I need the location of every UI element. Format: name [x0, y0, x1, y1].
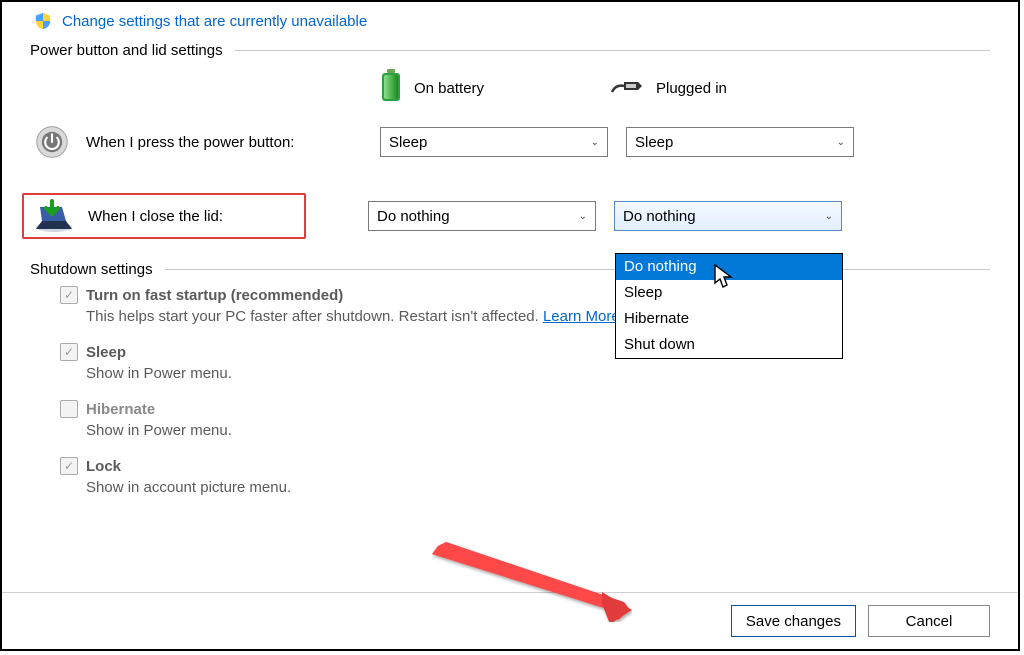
- close-lid-plugged-in-select[interactable]: Do nothing ⌄: [614, 201, 842, 231]
- dropdown-item[interactable]: Sleep: [616, 280, 842, 306]
- power-button-icon: [30, 125, 74, 159]
- checkbox-fast-startup[interactable]: [60, 286, 78, 304]
- annotation-highlight-box: When I close the lid:: [22, 193, 306, 239]
- power-options-panel: Change settings that are currently unava…: [0, 0, 1020, 651]
- row-power-button: When I press the power button: Sleep ⌄ S…: [30, 125, 990, 159]
- chevron-down-icon: ⌄: [837, 137, 845, 148]
- section-heading: Shutdown settings: [30, 261, 153, 278]
- hibernate-option: Hibernate Show in Power menu.: [60, 400, 940, 439]
- on-battery-header: On battery: [380, 69, 610, 107]
- power-button-on-battery-select[interactable]: Sleep ⌄: [380, 127, 608, 157]
- cancel-button[interactable]: Cancel: [868, 605, 990, 637]
- lock-option: Lock Show in account picture menu.: [60, 457, 940, 496]
- section-shutdown-settings: Shutdown settings: [30, 261, 990, 278]
- dropdown-item[interactable]: Shut down: [616, 332, 842, 358]
- power-button-plugged-in-select[interactable]: Sleep ⌄: [626, 127, 854, 157]
- row-close-lid: When I close the lid: Do nothing ⌄ Do no…: [30, 193, 990, 239]
- chevron-down-icon: ⌄: [579, 211, 587, 222]
- power-button-label: When I press the power button:: [86, 134, 294, 151]
- checkbox-sleep[interactable]: [60, 343, 78, 361]
- checkbox-lock[interactable]: [60, 457, 78, 475]
- chevron-down-icon: ⌄: [825, 211, 833, 222]
- close-lid-plugged-in-dropdown: Do nothing Sleep Hibernate Shut down: [615, 253, 843, 359]
- plugged-in-label: Plugged in: [656, 80, 727, 97]
- dropdown-item[interactable]: Hibernate: [616, 306, 842, 332]
- checkbox-hibernate[interactable]: [60, 400, 78, 418]
- save-changes-button[interactable]: Save changes: [731, 605, 856, 637]
- battery-icon: [380, 69, 402, 107]
- change-unavailable-settings-link[interactable]: Change settings that are currently unava…: [34, 12, 990, 30]
- chevron-down-icon: ⌄: [591, 137, 599, 148]
- divider: [165, 269, 990, 270]
- on-battery-label: On battery: [414, 80, 484, 97]
- uac-shield-icon: [34, 12, 52, 30]
- close-lid-label: When I close the lid:: [88, 208, 223, 225]
- divider: [235, 50, 990, 51]
- close-lid-on-battery-select[interactable]: Do nothing ⌄: [368, 201, 596, 231]
- footer: Save changes Cancel: [2, 592, 1018, 649]
- change-unavailable-settings-text: Change settings that are currently unava…: [62, 13, 367, 30]
- plug-icon: [610, 76, 644, 100]
- plugged-in-header: Plugged in: [610, 76, 840, 100]
- column-headers: On battery Plugged in: [30, 69, 990, 107]
- laptop-lid-icon: [32, 199, 76, 233]
- dropdown-item[interactable]: Do nothing: [616, 254, 842, 280]
- learn-more-link[interactable]: Learn More: [543, 308, 620, 325]
- section-power-button-lid: Power button and lid settings: [30, 42, 990, 59]
- section-heading: Power button and lid settings: [30, 42, 223, 59]
